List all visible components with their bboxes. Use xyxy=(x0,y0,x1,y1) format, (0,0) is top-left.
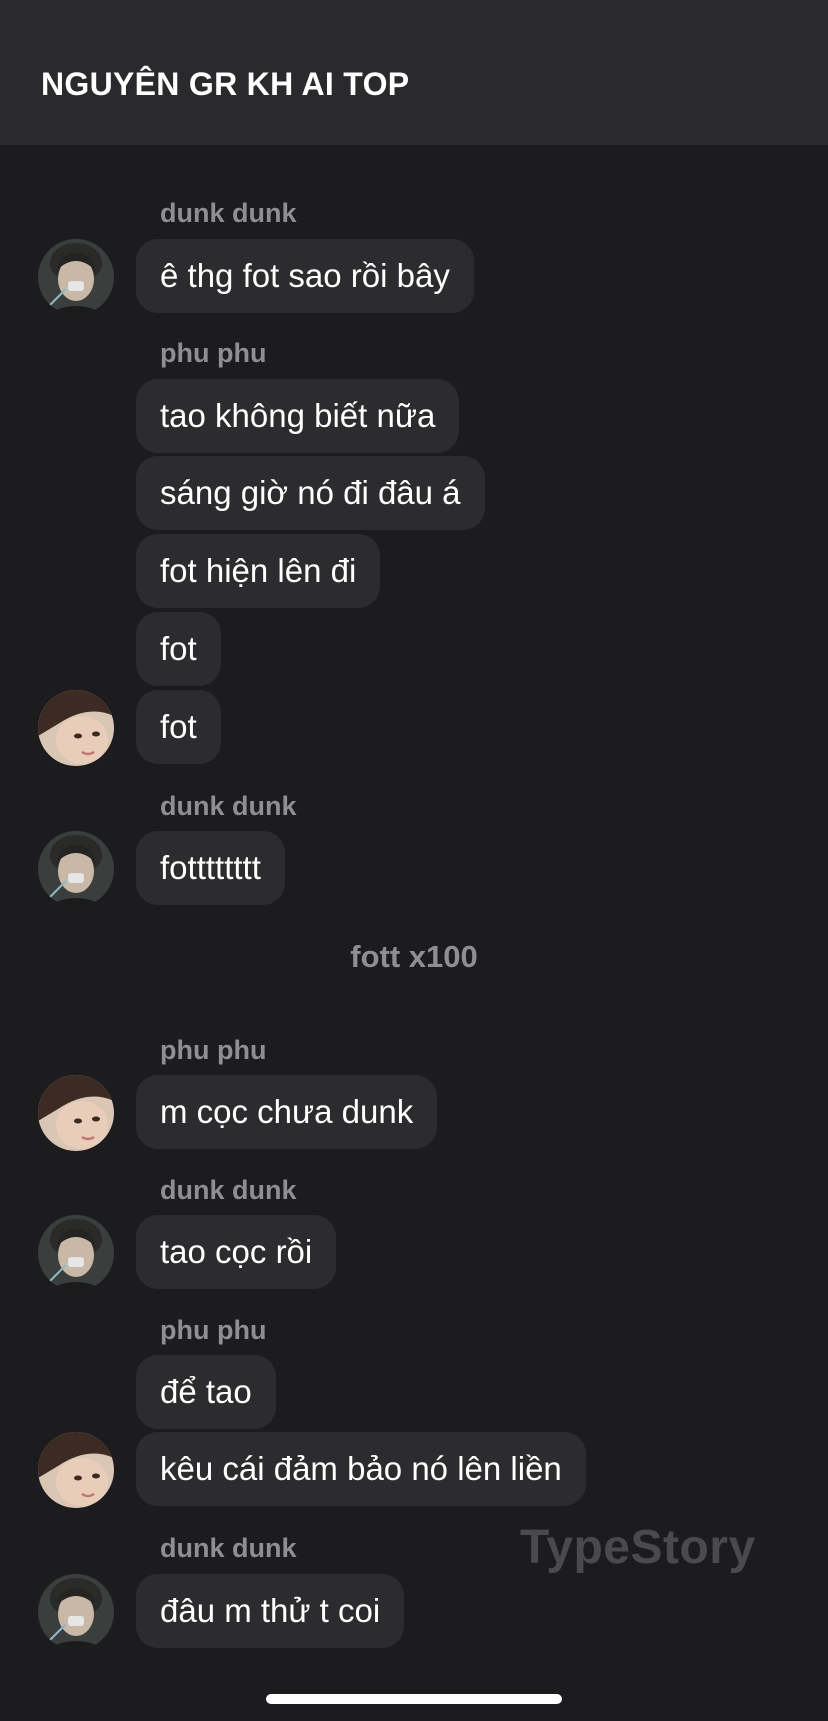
watermark: TypeStory xyxy=(520,1521,756,1574)
message-bubble[interactable]: fot xyxy=(136,612,221,686)
message-bubble[interactable]: fot xyxy=(136,690,221,764)
message-bubble[interactable]: fot hiện lên đi xyxy=(136,534,381,608)
message-bubble[interactable]: m cọc chưa dunk xyxy=(136,1075,438,1149)
sender-name: dunk dunk xyxy=(160,198,297,228)
sender-name: dunk dunk xyxy=(160,791,297,821)
sender-name: dunk dunk xyxy=(160,1533,297,1563)
message-bubble[interactable]: sáng giờ nó đi đâu á xyxy=(136,456,485,530)
avatar-phu-phu[interactable] xyxy=(38,690,114,766)
avatar-dunk-dunk[interactable] xyxy=(38,239,114,315)
home-indicator[interactable] xyxy=(266,1694,562,1704)
sender-name: phu phu xyxy=(160,1315,267,1345)
sender-name: phu phu xyxy=(160,338,267,368)
sender-name: dunk dunk xyxy=(160,1175,297,1205)
avatar-dunk-dunk[interactable] xyxy=(38,831,114,907)
avatar-dunk-dunk[interactable] xyxy=(38,1574,114,1650)
chat-title[interactable]: NGUYÊN GR KH AI TOP xyxy=(41,66,409,103)
message-bubble[interactable]: tao cọc rồi xyxy=(136,1215,337,1289)
avatar-dunk-dunk[interactable] xyxy=(38,1215,114,1291)
message-bubble[interactable]: để tao xyxy=(136,1355,276,1429)
avatar-phu-phu[interactable] xyxy=(38,1432,114,1508)
message-bubble[interactable]: ê thg fot sao rồi bây xyxy=(136,239,474,313)
avatar-phu-phu[interactable] xyxy=(38,1075,114,1151)
message-bubble[interactable]: đâu m thử t coi xyxy=(136,1574,405,1648)
chat-header: NGUYÊN GR KH AI TOP xyxy=(0,0,828,145)
message-bubble[interactable]: fotttttttt xyxy=(136,831,285,905)
system-message: fott x100 xyxy=(350,939,478,974)
message-bubble[interactable]: kêu cái đảm bảo nó lên liền xyxy=(136,1432,586,1506)
sender-name: phu phu xyxy=(160,1035,267,1065)
message-bubble[interactable]: tao không biết nữa xyxy=(136,379,460,453)
